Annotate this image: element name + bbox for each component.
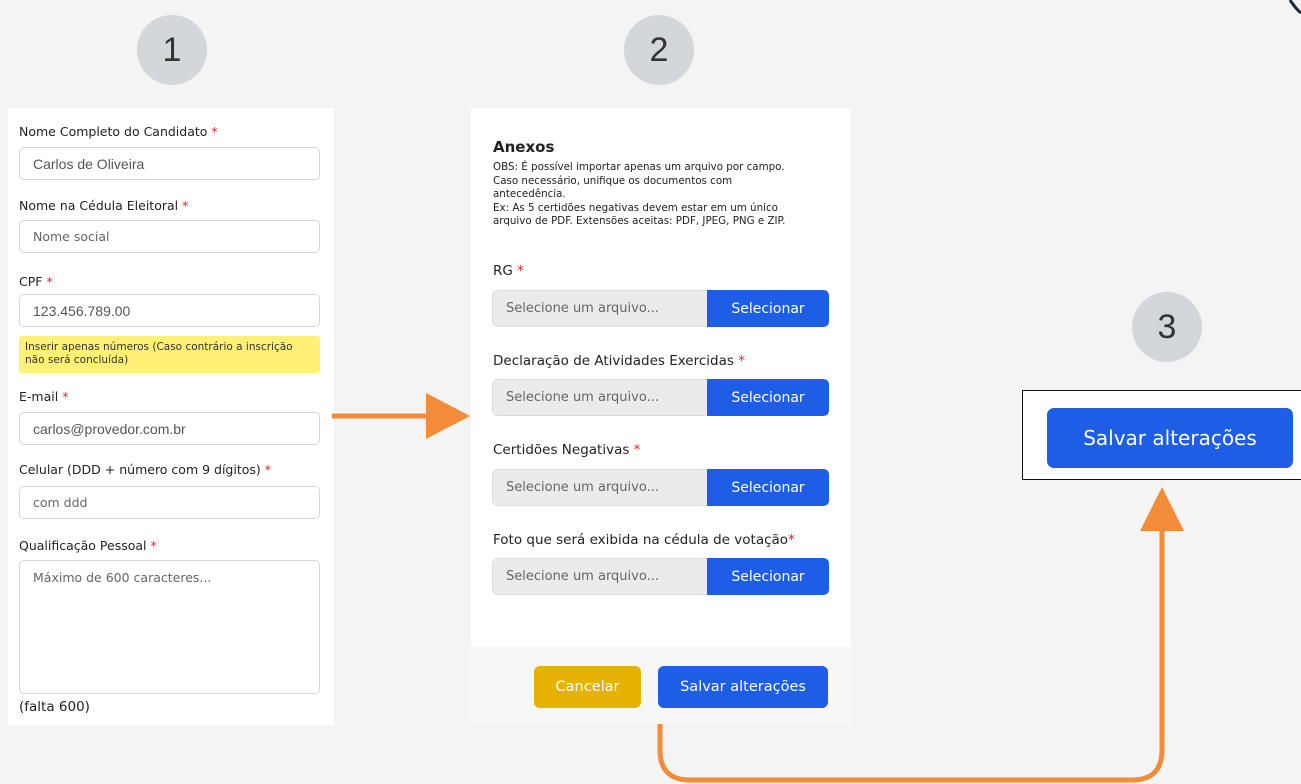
flow-arrows	[332, 393, 1184, 783]
corner-curve-icon	[1288, 0, 1301, 15]
arrow-step1-to-step2	[332, 393, 470, 439]
arrow-step2-to-step3	[657, 487, 1184, 783]
